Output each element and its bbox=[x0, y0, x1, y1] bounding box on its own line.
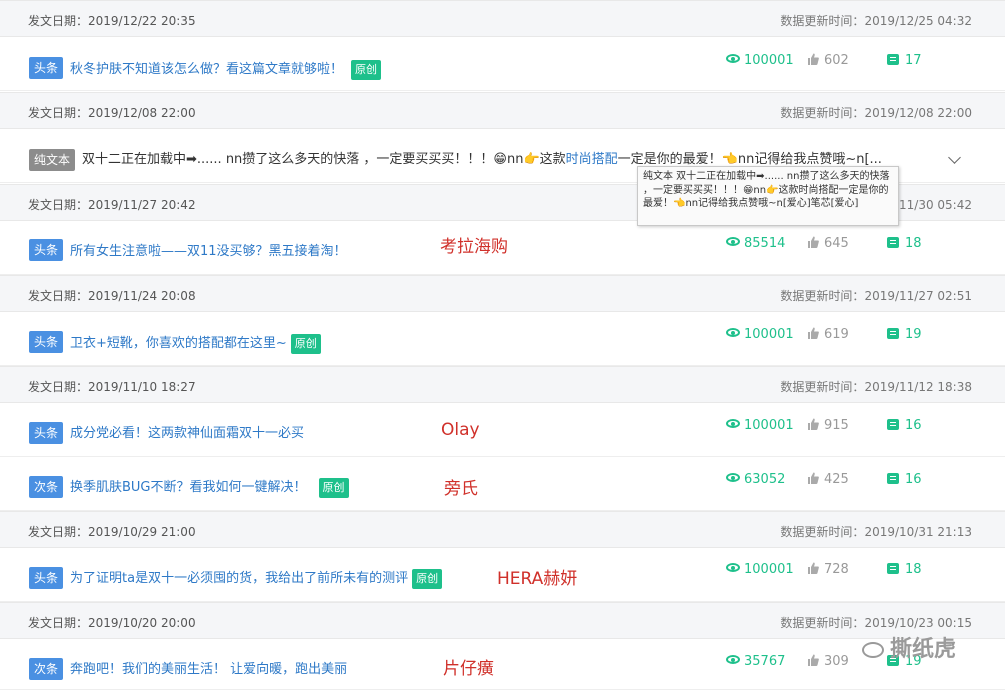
publish-date: 发文日期：2019/12/22 20:35 bbox=[28, 14, 196, 28]
thumbs-up-icon bbox=[808, 654, 819, 666]
comments-metric: 17 bbox=[887, 53, 922, 68]
original-badge: 原创 bbox=[290, 333, 321, 354]
likes-metric: 309 bbox=[807, 654, 849, 669]
position-badge: 次条 bbox=[29, 658, 64, 680]
comment-icon bbox=[887, 328, 899, 339]
thumbs-up-icon bbox=[808, 418, 819, 430]
list-item: 次条 奔跑吧！我们的美丽生活！ 让爱向暖，跑出美丽 片仔癀 35767 309 … bbox=[0, 639, 1005, 690]
thumbs-up-icon bbox=[808, 53, 819, 65]
comment-icon bbox=[887, 473, 899, 484]
watermark: 撕纸虎 bbox=[862, 631, 956, 663]
list-item: 头条 卫衣+短靴，你喜欢的搭配都在这里~ 原创 100001 619 19 bbox=[0, 312, 1005, 366]
original-badge: 原创 bbox=[351, 59, 382, 80]
update-time: 数据更新时间：2019/10/31 21:13 bbox=[780, 525, 972, 539]
eye-icon bbox=[726, 328, 740, 337]
thumbs-up-icon bbox=[808, 562, 819, 574]
likes-metric: 728 bbox=[807, 562, 849, 577]
position-badge: 头条 bbox=[29, 567, 64, 589]
position-badge: 次条 bbox=[29, 476, 64, 498]
publish-date: 发文日期：2019/12/08 22:00 bbox=[28, 106, 196, 120]
brand-annotation: 片仔癀 bbox=[443, 659, 494, 679]
list-item: 头条 秋冬护肤不知道该怎么做？看这篇文章就够啦！ 原创 100001 602 17 bbox=[0, 37, 1005, 91]
brand-annotation: HERA赫妍 bbox=[497, 569, 578, 589]
article-list: 发文日期：2019/12/22 20:35 数据更新时间：2019/12/25 … bbox=[0, 0, 1005, 690]
publish-date: 发文日期：2019/11/10 18:27 bbox=[28, 380, 196, 394]
views-metric: 85514 bbox=[726, 236, 785, 251]
thumbs-up-icon bbox=[808, 327, 819, 339]
eye-icon bbox=[726, 655, 740, 664]
content-tooltip: 纯文本 双十二正在加载中➡...... nn攒了这么多天的快落 ，一定要买买买！… bbox=[637, 166, 899, 226]
views-metric: 100001 bbox=[726, 53, 794, 68]
comment-icon bbox=[887, 54, 899, 65]
publish-date: 发文日期：2019/11/27 20:42 bbox=[28, 198, 196, 212]
brand-annotation: 旁氏 bbox=[444, 479, 478, 499]
comment-icon bbox=[887, 419, 899, 430]
eye-icon bbox=[726, 563, 740, 572]
article-title-link[interactable]: 为了证明ta是双十一必须囤的货，我给出了前所未有的测评 原创 bbox=[70, 567, 443, 589]
list-item: 头条 所有女生注意啦——双11没买够？黑五接着淘！ 考拉海购 85514 645… bbox=[0, 221, 1005, 275]
brand-annotation: Olay bbox=[441, 420, 480, 440]
article-title-link[interactable]: 秋冬护肤不知道该怎么做？看这篇文章就够啦！ 原创 bbox=[70, 58, 382, 80]
brand-annotation: 考拉海购 bbox=[440, 237, 508, 257]
article-title-link[interactable]: 换季肌肤BUG不断？看我如何一键解决！ 原创 bbox=[70, 476, 349, 498]
position-badge: 头条 bbox=[29, 331, 64, 353]
eye-icon bbox=[726, 473, 740, 482]
likes-metric: 619 bbox=[807, 327, 849, 342]
position-badge: 头条 bbox=[29, 239, 64, 261]
position-badge: 头条 bbox=[29, 57, 64, 79]
likes-metric: 425 bbox=[807, 472, 849, 487]
article-title-link[interactable]: 成分党必看！这两款神仙面霜双十一必买 bbox=[70, 422, 304, 441]
comments-metric: 18 bbox=[887, 562, 922, 577]
date-row: 发文日期：2019/11/24 20:08 数据更新时间：2019/11/27 … bbox=[0, 275, 1005, 312]
original-badge: 原创 bbox=[412, 568, 443, 589]
list-item: 次条 换季肌肤BUG不断？看我如何一键解决！ 原创 旁氏 63052 425 16 bbox=[0, 457, 1005, 511]
chevron-down-icon[interactable] bbox=[948, 151, 961, 164]
publish-date: 发文日期：2019/10/20 20:00 bbox=[28, 616, 196, 630]
comments-metric: 18 bbox=[887, 236, 922, 251]
position-badge: 纯文本 bbox=[29, 149, 76, 171]
comments-metric: 16 bbox=[887, 418, 922, 433]
publish-date: 发文日期：2019/11/24 20:08 bbox=[28, 289, 196, 303]
eye-icon bbox=[726, 419, 740, 428]
eye-icon bbox=[726, 237, 740, 246]
date-row: 发文日期：2019/11/10 18:27 数据更新时间：2019/11/12 … bbox=[0, 366, 1005, 403]
wechat-icon bbox=[862, 642, 884, 658]
comments-metric: 16 bbox=[887, 472, 922, 487]
list-item: 头条 为了证明ta是双十一必须囤的货，我给出了前所未有的测评 原创 HERA赫妍 … bbox=[0, 548, 1005, 602]
update-time: 数据更新时间：2019/11/12 18:38 bbox=[780, 380, 972, 394]
views-metric: 63052 bbox=[726, 472, 785, 487]
views-metric: 100001 bbox=[726, 562, 794, 577]
thumbs-up-icon bbox=[808, 236, 819, 248]
update-time: 数据更新时间：2019/10/23 00:15 bbox=[780, 616, 972, 630]
position-badge: 头条 bbox=[29, 422, 64, 444]
likes-metric: 602 bbox=[807, 53, 849, 68]
comment-icon bbox=[887, 563, 899, 574]
date-row: 发文日期：2019/12/22 20:35 数据更新时间：2019/12/25 … bbox=[0, 0, 1005, 37]
date-row: 发文日期：2019/12/08 22:00 数据更新时间：2019/12/08 … bbox=[0, 92, 1005, 129]
update-time: 数据更新时间：2019/11/27 02:51 bbox=[780, 289, 972, 303]
update-time: 数据更新时间：2019/12/25 04:32 bbox=[780, 14, 972, 28]
list-item: 头条 成分党必看！这两款神仙面霜双十一必买 Olay 100001 915 16 bbox=[0, 403, 1005, 457]
article-title-link[interactable]: 卫衣+短靴，你喜欢的搭配都在这里~ 原创 bbox=[70, 332, 321, 354]
views-metric: 100001 bbox=[726, 327, 794, 342]
article-title-link[interactable]: 所有女生注意啦——双11没买够？黑五接着淘！ bbox=[70, 240, 347, 259]
thumbs-up-icon bbox=[808, 472, 819, 484]
comments-metric: 19 bbox=[887, 327, 922, 342]
article-title-link[interactable]: 奔跑吧！我们的美丽生活！ 让爱向暖，跑出美丽 bbox=[70, 658, 347, 677]
publish-date: 发文日期：2019/10/29 21:00 bbox=[28, 525, 196, 539]
original-badge: 原创 bbox=[318, 477, 349, 498]
views-metric: 100001 bbox=[726, 418, 794, 433]
date-row: 发文日期：2019/10/29 21:00 数据更新时间：2019/10/31 … bbox=[0, 511, 1005, 548]
views-metric: 35767 bbox=[726, 654, 785, 669]
comment-icon bbox=[887, 237, 899, 248]
likes-metric: 915 bbox=[807, 418, 849, 433]
likes-metric: 645 bbox=[807, 236, 849, 251]
date-row: 发文日期：2019/10/20 20:00 数据更新时间：2019/10/23 … bbox=[0, 602, 1005, 639]
update-time: 数据更新时间：2019/12/08 22:00 bbox=[780, 106, 972, 120]
plain-text-content[interactable]: 双十二正在加载中➡...... nn攒了这么多天的快落 ，一定要买买买！！！😁n… bbox=[82, 148, 882, 167]
eye-icon bbox=[726, 54, 740, 63]
